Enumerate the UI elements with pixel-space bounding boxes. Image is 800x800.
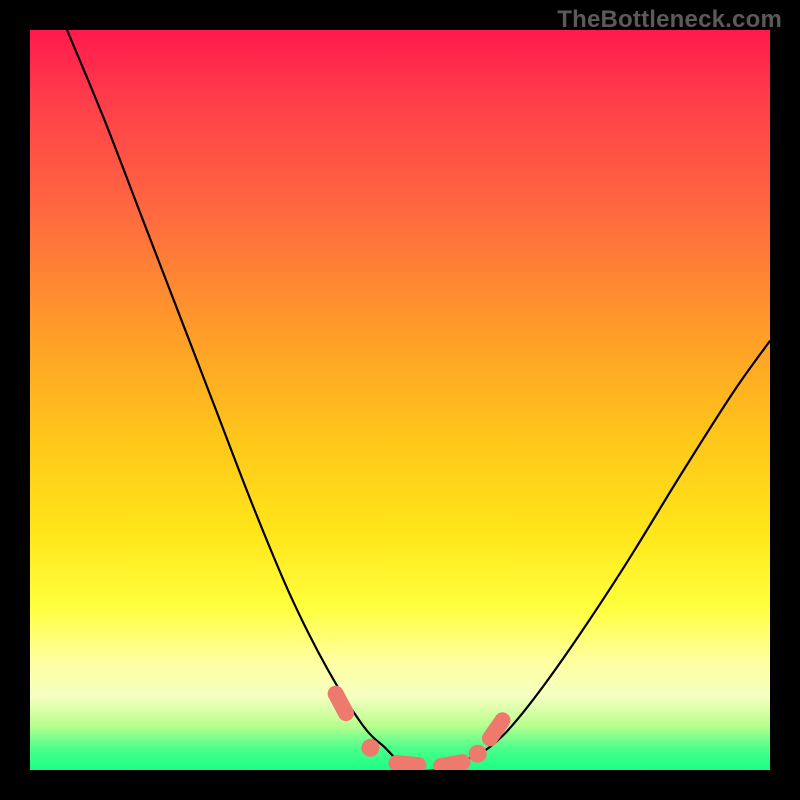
curve-marker xyxy=(388,754,427,770)
plot-area xyxy=(30,30,770,770)
curve-marker xyxy=(325,683,357,724)
chart-frame: TheBottleneck.com xyxy=(0,0,800,800)
curve-layer xyxy=(30,30,770,770)
curve-markers xyxy=(325,683,514,770)
bottleneck-curve xyxy=(67,30,770,770)
curve-marker xyxy=(432,753,472,770)
watermark-text: TheBottleneck.com xyxy=(557,6,782,34)
curve-marker xyxy=(469,745,487,763)
curve-marker xyxy=(361,739,379,757)
